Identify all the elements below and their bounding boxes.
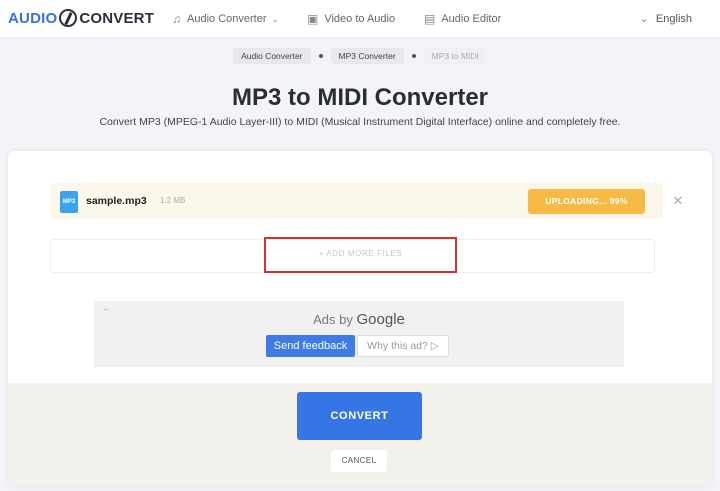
file-row: MP3 sample.mp3 1.2 MB UPLOADING... 99% bbox=[50, 183, 663, 219]
breadcrumb: Audio Converter MP3 Converter MP3 to MID… bbox=[0, 48, 720, 64]
ad-panel: ← Ads by Google Send feedback Why this a… bbox=[94, 301, 624, 367]
action-footer: CONVERT CANCEL bbox=[8, 383, 712, 486]
ads-by-label: Ads by bbox=[313, 312, 353, 327]
logo-part1: AUDIO bbox=[8, 9, 58, 27]
breadcrumb-mp3-converter[interactable]: MP3 Converter bbox=[330, 48, 404, 64]
cancel-button[interactable]: CANCEL bbox=[331, 450, 387, 472]
convert-button[interactable]: CONVERT bbox=[297, 392, 422, 440]
add-more-files-button[interactable]: + ADD MORE FILES bbox=[264, 237, 457, 273]
converter-card: MP3 sample.mp3 1.2 MB UPLOADING... 99% ✕… bbox=[8, 151, 712, 486]
page-subtitle: Convert MP3 (MPEG-1 Audio Layer-III) to … bbox=[99, 116, 621, 128]
breadcrumb-audio-converter[interactable]: Audio Converter bbox=[233, 48, 311, 64]
editor-icon: ▤ bbox=[424, 12, 436, 26]
close-icon[interactable]: ✕ bbox=[668, 191, 688, 211]
page-title: MP3 to MIDI Converter bbox=[231, 84, 489, 111]
upload-status-badge: UPLOADING... 99% bbox=[528, 189, 645, 214]
nav-video-to-audio[interactable]: ▣ Video to Audio bbox=[307, 12, 395, 26]
breadcrumb-separator bbox=[411, 54, 416, 58]
nav-audio-converter-label: Audio Converter bbox=[187, 13, 267, 25]
nav-video-to-audio-label: Video to Audio bbox=[324, 13, 396, 25]
note-icon: ♫ bbox=[172, 12, 181, 26]
file-size: 1.2 MB bbox=[160, 196, 186, 205]
google-label: Google bbox=[356, 311, 405, 328]
top-header: AUDIO CONVERT ♫ Audio Converter ⌄ ▣ Vide… bbox=[0, 0, 720, 38]
logo-mark-icon bbox=[59, 9, 78, 27]
why-this-ad-button[interactable]: Why this ad? ▷ bbox=[357, 335, 449, 357]
nav-audio-converter[interactable]: ♫ Audio Converter ⌄ bbox=[172, 12, 279, 26]
logo[interactable]: AUDIO CONVERT bbox=[8, 9, 154, 27]
mp3-file-icon: MP3 bbox=[60, 191, 78, 213]
ads-by-google: Ads by Google bbox=[94, 311, 624, 328]
logo-part2: CONVERT bbox=[79, 9, 155, 27]
breadcrumb-separator bbox=[318, 54, 323, 58]
nav-audio-editor-label: Audio Editor bbox=[441, 13, 502, 25]
language-selector[interactable]: ⌄ English bbox=[640, 12, 692, 25]
video-icon: ▣ bbox=[307, 12, 319, 26]
language-label: English bbox=[655, 13, 692, 25]
globe-icon: ⌄ bbox=[639, 13, 649, 25]
nav-audio-editor[interactable]: ▤ Audio Editor bbox=[424, 12, 501, 26]
send-feedback-button[interactable]: Send feedback bbox=[266, 335, 355, 357]
breadcrumb-current: MP3 to MIDI bbox=[423, 48, 487, 64]
file-name: sample.mp3 bbox=[86, 195, 147, 207]
chevron-down-icon: ⌄ bbox=[271, 13, 280, 24]
